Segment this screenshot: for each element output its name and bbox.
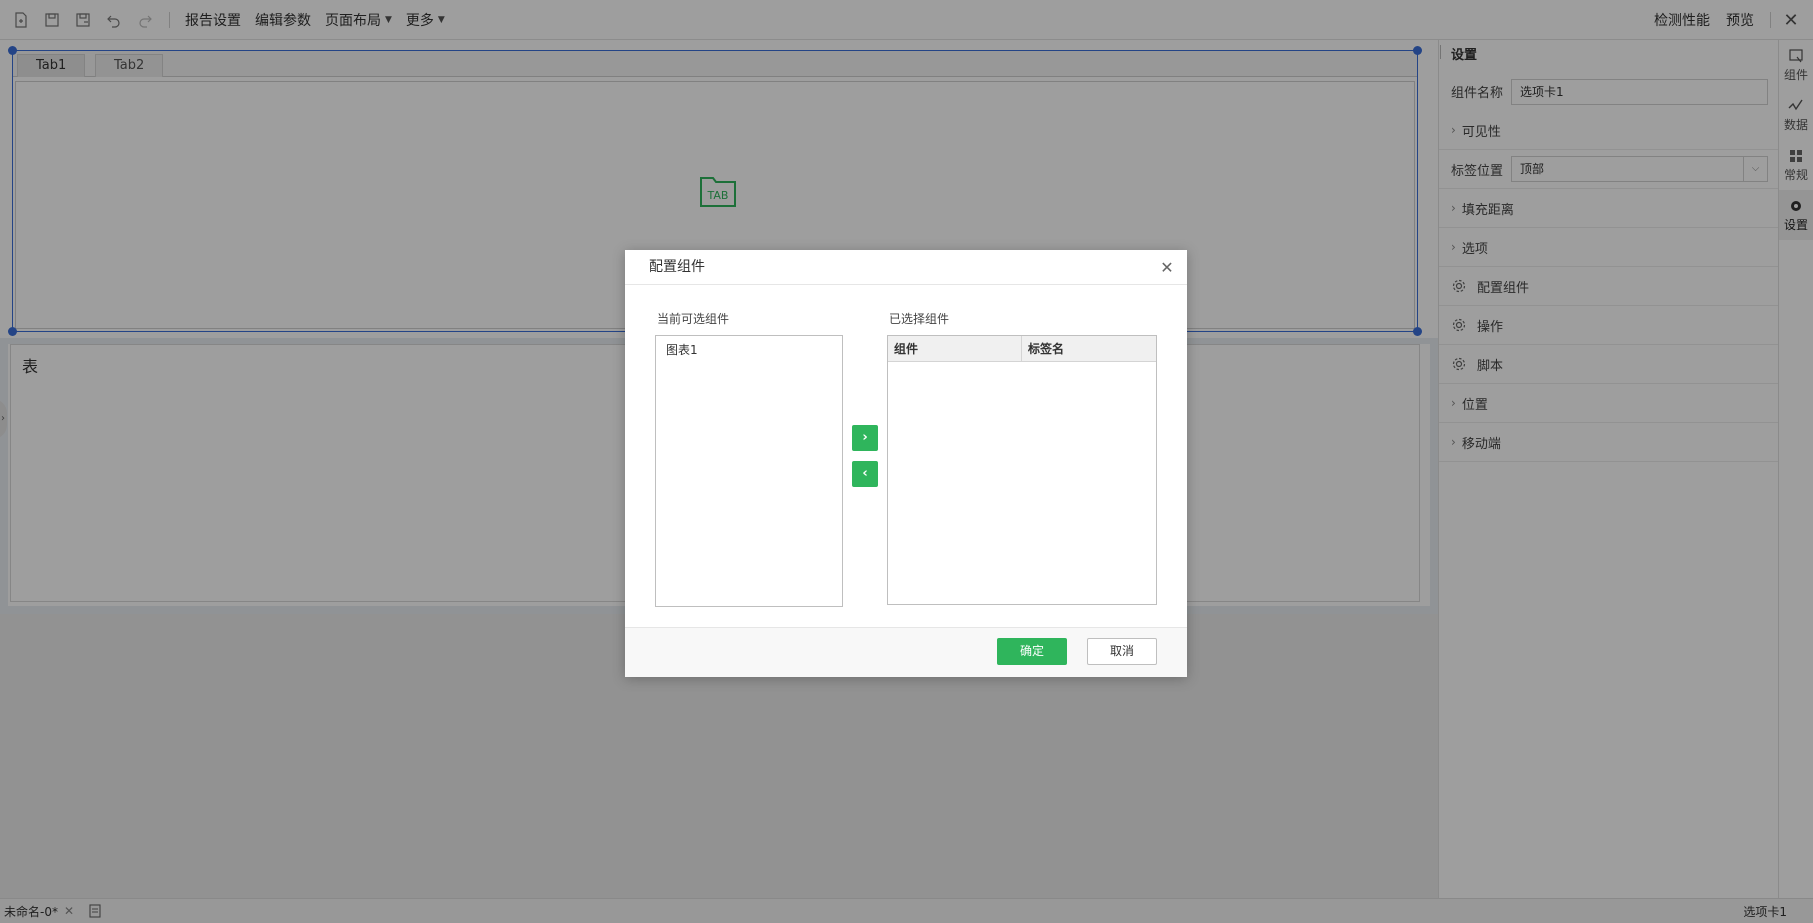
- available-components-label: 当前可选组件: [657, 312, 730, 326]
- selected-components-label: 已选择组件: [889, 312, 950, 326]
- configure-components-dialog: 配置组件 ✕ 当前可选组件 图表1 › ‹ 已选择组件 组件 标签名 确定 取消: [625, 250, 1187, 677]
- ok-button[interactable]: 确定: [997, 638, 1067, 665]
- available-components-list[interactable]: 图表1: [655, 335, 843, 607]
- selected-components-table[interactable]: 组件 标签名: [887, 335, 1157, 605]
- table-header: 组件 标签名: [888, 336, 1156, 362]
- cancel-button[interactable]: 取消: [1087, 638, 1157, 665]
- dialog-title: 配置组件: [649, 259, 705, 275]
- dialog-footer: 确定 取消: [625, 627, 1187, 677]
- list-item[interactable]: 图表1: [656, 336, 842, 363]
- column-header-tab-name: 标签名: [1028, 342, 1065, 356]
- move-right-button[interactable]: ›: [852, 425, 878, 451]
- move-left-button[interactable]: ‹: [852, 461, 878, 487]
- dialog-header: 配置组件 ✕: [625, 250, 1187, 285]
- column-header-component: 组件: [888, 336, 1022, 361]
- close-icon[interactable]: ✕: [1157, 250, 1177, 285]
